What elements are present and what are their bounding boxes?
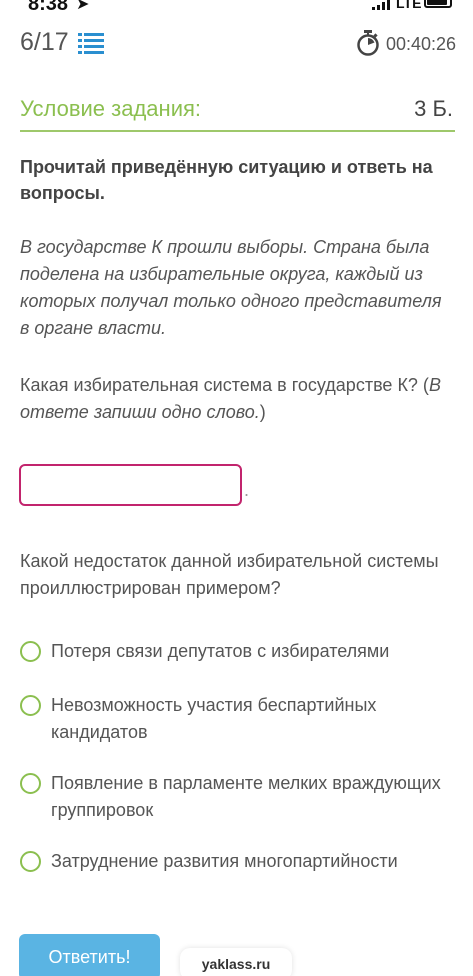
radio-button[interactable] <box>20 695 41 716</box>
task-scenario: В государстве К прошли выборы. Страна бы… <box>20 237 442 338</box>
option-label: Потеря связи депутатов с избирателями <box>51 641 390 661</box>
radio-button[interactable] <box>20 851 41 872</box>
option-label: Появление в парламенте мелких враждующих… <box>51 773 441 820</box>
task-instruction: Прочитай приведённую ситуацию и ответь н… <box>20 157 433 203</box>
answer-input[interactable] <box>19 464 242 506</box>
submit-button[interactable]: Ответить! <box>19 934 160 976</box>
answer-suffix: . <box>244 480 250 500</box>
task-header: Условие задания: 3 Б. <box>20 92 455 132</box>
list-icon[interactable] <box>78 32 104 54</box>
option-label: Невозможность участия беспартийных канди… <box>51 695 377 742</box>
task-counter: 6/17 <box>20 28 69 56</box>
task-topbar: 6/17 00:40:26 <box>0 24 473 64</box>
status-bar: 8:38 ➤ LTE <box>0 0 473 16</box>
signal-icon <box>372 0 392 10</box>
task-title: Условие задания: <box>20 96 202 121</box>
site-badge[interactable]: yaklass.ru <box>180 948 292 976</box>
question-2: Какой недостаток данной избирательной си… <box>20 551 439 598</box>
battery-icon <box>424 0 452 8</box>
question-1-close: ) <box>259 402 266 422</box>
question-1: Какая избирательная система в государств… <box>20 372 450 426</box>
timer-icon <box>357 30 379 56</box>
option-label: Затруднение развития многопартийности <box>51 851 398 871</box>
radio-button[interactable] <box>20 641 41 662</box>
timer-text: 00:40:26 <box>386 34 457 54</box>
question-1-text: Какая избирательная система в государств… <box>20 375 429 395</box>
radio-button[interactable] <box>20 773 41 794</box>
network-label: LTE <box>396 0 422 11</box>
task-points: 3 Б. <box>414 96 453 121</box>
location-arrow-icon: ➤ <box>76 0 90 13</box>
status-time: 8:38 <box>28 0 69 15</box>
